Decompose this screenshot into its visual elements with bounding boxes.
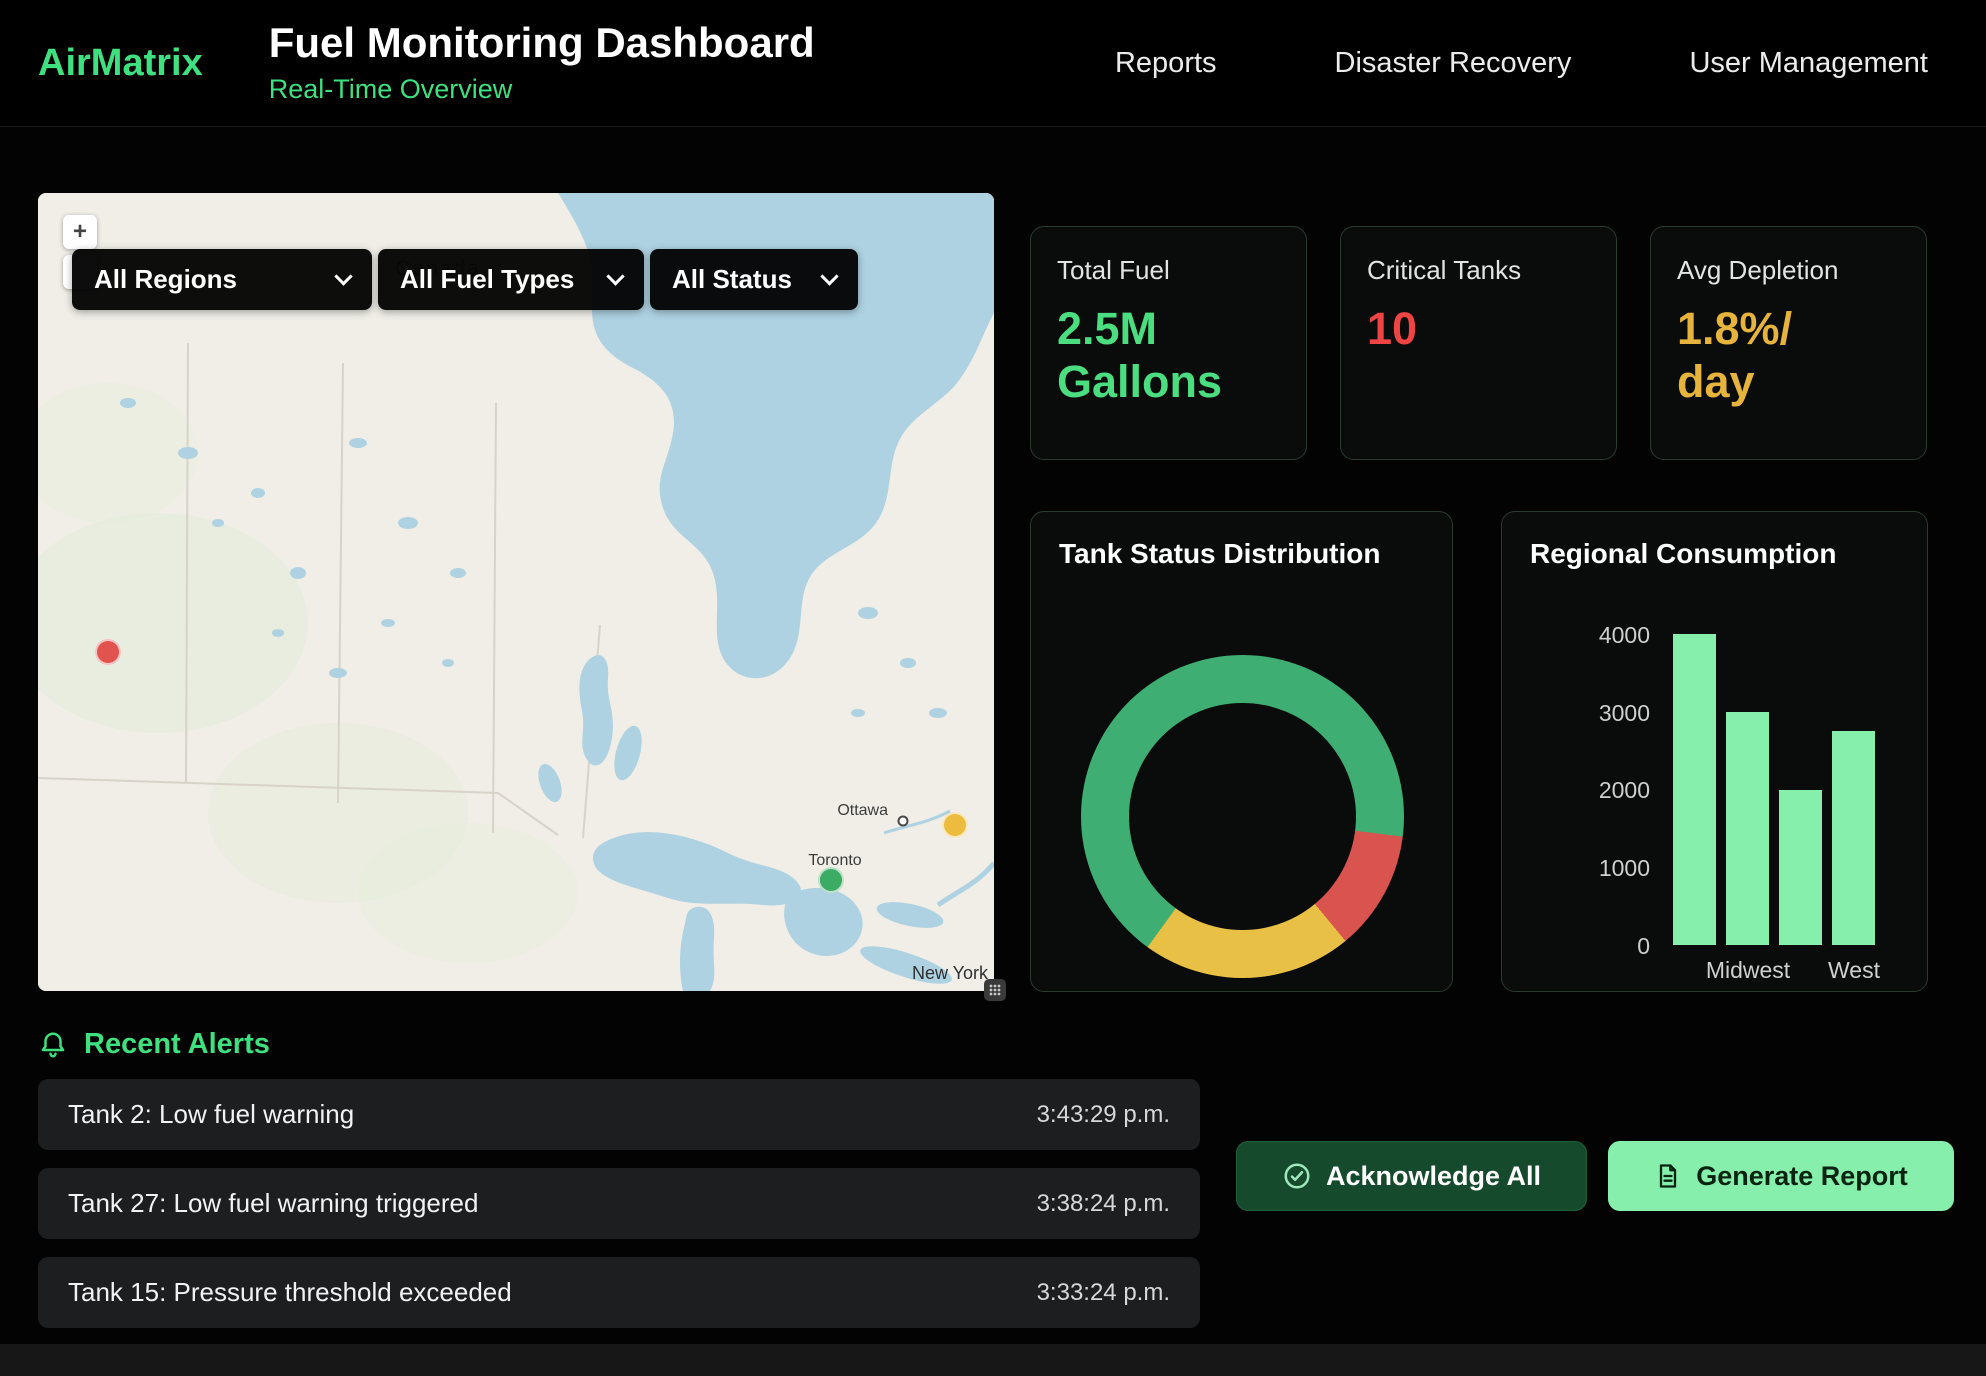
stat-value-line: Gallons [1057, 355, 1280, 408]
bar [1779, 790, 1822, 946]
y-axis-tick: 2000 [1599, 777, 1650, 804]
grip-icon [988, 983, 1002, 997]
app-header: AirMatrix Fuel Monitoring Dashboard Real… [0, 0, 1986, 127]
map-marker-warning[interactable] [942, 812, 968, 838]
alert-message: Tank 2: Low fuel warning [68, 1099, 354, 1130]
y-axis-tick: 4000 [1599, 622, 1650, 649]
alert-message: Tank 27: Low fuel warning triggered [68, 1188, 478, 1219]
y-axis: 4000 3000 2000 1000 0 [1550, 512, 1650, 991]
map-label-toronto: Toronto [808, 852, 861, 869]
nav-user-management[interactable]: User Management [1689, 47, 1928, 80]
bar-plot-area [1673, 634, 1883, 945]
bar [1726, 712, 1769, 945]
stat-card-total-fuel: Total Fuel 2.5M Gallons [1030, 226, 1307, 460]
tank-status-card: Tank Status Distribution [1030, 511, 1453, 992]
alert-message: Tank 15: Pressure threshold exceeded [68, 1277, 512, 1308]
map-resize-handle[interactable] [984, 979, 1006, 1001]
stat-value-critical-tanks: 10 [1367, 302, 1590, 355]
x-axis-tick: Midwest [1706, 957, 1790, 984]
generate-report-label: Generate Report [1696, 1161, 1908, 1192]
title-block: Fuel Monitoring Dashboard Real-Time Over… [269, 21, 815, 105]
map-label-ottawa: Ottawa [837, 802, 888, 819]
y-axis-tick: 3000 [1599, 700, 1650, 727]
generate-report-button[interactable]: Generate Report [1608, 1141, 1954, 1211]
map-panel[interactable]: Canada Ottawa Toronto New York + All Reg… [38, 193, 994, 991]
alert-row[interactable]: Tank 15: Pressure threshold exceeded 3:3… [38, 1257, 1200, 1328]
alert-row[interactable]: Tank 27: Low fuel warning triggered 3:38… [38, 1168, 1200, 1239]
stat-card-avg-depletion: Avg Depletion 1.8%/ day [1650, 226, 1927, 460]
acknowledge-all-label: Acknowledge All [1326, 1161, 1541, 1192]
zoom-in-button[interactable]: + [63, 215, 97, 249]
map-svg: Canada Ottawa Toronto New York [38, 193, 994, 991]
map-label-new-york: New York [912, 963, 989, 983]
page-subtitle: Real-Time Overview [269, 74, 815, 105]
document-icon [1654, 1162, 1682, 1190]
filter-fuel-types-dropdown[interactable]: All Fuel Types [378, 249, 644, 310]
bell-icon [38, 1030, 68, 1060]
map-marker-critical[interactable] [95, 639, 121, 665]
tank-status-donut [1081, 655, 1404, 978]
filter-regions-dropdown[interactable]: All Regions [72, 249, 372, 310]
map-filter-row: All Regions All Fuel Types All Status [72, 249, 858, 310]
check-circle-icon [1282, 1161, 1312, 1191]
alerts-heading-label: Recent Alerts [84, 1028, 270, 1061]
stat-label: Total Fuel [1057, 255, 1280, 286]
nav-reports[interactable]: Reports [1115, 47, 1217, 80]
stat-value-line: day [1677, 355, 1900, 408]
y-axis-tick: 0 [1637, 933, 1650, 960]
alerts-heading: Recent Alerts [38, 1028, 1200, 1061]
dashboard-page: AirMatrix Fuel Monitoring Dashboard Real… [0, 0, 1986, 1376]
stat-card-critical-tanks: Critical Tanks 10 [1340, 226, 1617, 460]
stat-value-total-fuel: 2.5M Gallons [1057, 302, 1280, 408]
regional-consumption-card: Regional Consumption 4000 3000 2000 1000… [1501, 511, 1928, 992]
stat-value-avg-depletion: 1.8%/ day [1677, 302, 1900, 408]
page-title: Fuel Monitoring Dashboard [269, 21, 815, 65]
stat-label: Critical Tanks [1367, 255, 1590, 286]
alert-timestamp: 3:33:24 p.m. [1037, 1279, 1170, 1307]
stat-label: Avg Depletion [1677, 255, 1900, 286]
alert-row[interactable]: Tank 2: Low fuel warning 3:43:29 p.m. [38, 1079, 1200, 1150]
app-logo[interactable]: AirMatrix [38, 42, 203, 85]
bar [1832, 731, 1875, 945]
nav-disaster-recovery[interactable]: Disaster Recovery [1335, 47, 1572, 80]
map-canvas[interactable]: Canada Ottawa Toronto New York [38, 193, 994, 991]
map-marker-normal[interactable] [818, 867, 844, 893]
y-axis-tick: 1000 [1599, 855, 1650, 882]
city-dot-icon [899, 817, 908, 826]
chevron-down-icon [334, 267, 352, 285]
x-axis-tick: West [1828, 957, 1880, 984]
filter-status-dropdown[interactable]: All Status [650, 249, 858, 310]
chevron-down-icon [820, 267, 838, 285]
filter-fuel-types-label: All Fuel Types [400, 264, 574, 295]
filter-status-label: All Status [672, 264, 792, 295]
alert-timestamp: 3:38:24 p.m. [1037, 1190, 1170, 1218]
filter-regions-label: All Regions [94, 264, 237, 295]
alert-timestamp: 3:43:29 p.m. [1037, 1101, 1170, 1129]
main-nav: Reports Disaster Recovery User Managemen… [1115, 47, 1928, 80]
stat-value-line: 1.8%/ [1677, 302, 1900, 355]
chevron-down-icon [606, 267, 624, 285]
stat-value-line: 2.5M [1057, 302, 1280, 355]
chart-title: Tank Status Distribution [1059, 538, 1381, 570]
footer-bar [0, 1344, 1986, 1376]
stat-value-line: 10 [1367, 302, 1590, 355]
bar [1673, 634, 1716, 945]
recent-alerts-section: Recent Alerts Tank 2: Low fuel warning 3… [38, 1028, 1200, 1328]
acknowledge-all-button[interactable]: Acknowledge All [1236, 1141, 1587, 1211]
